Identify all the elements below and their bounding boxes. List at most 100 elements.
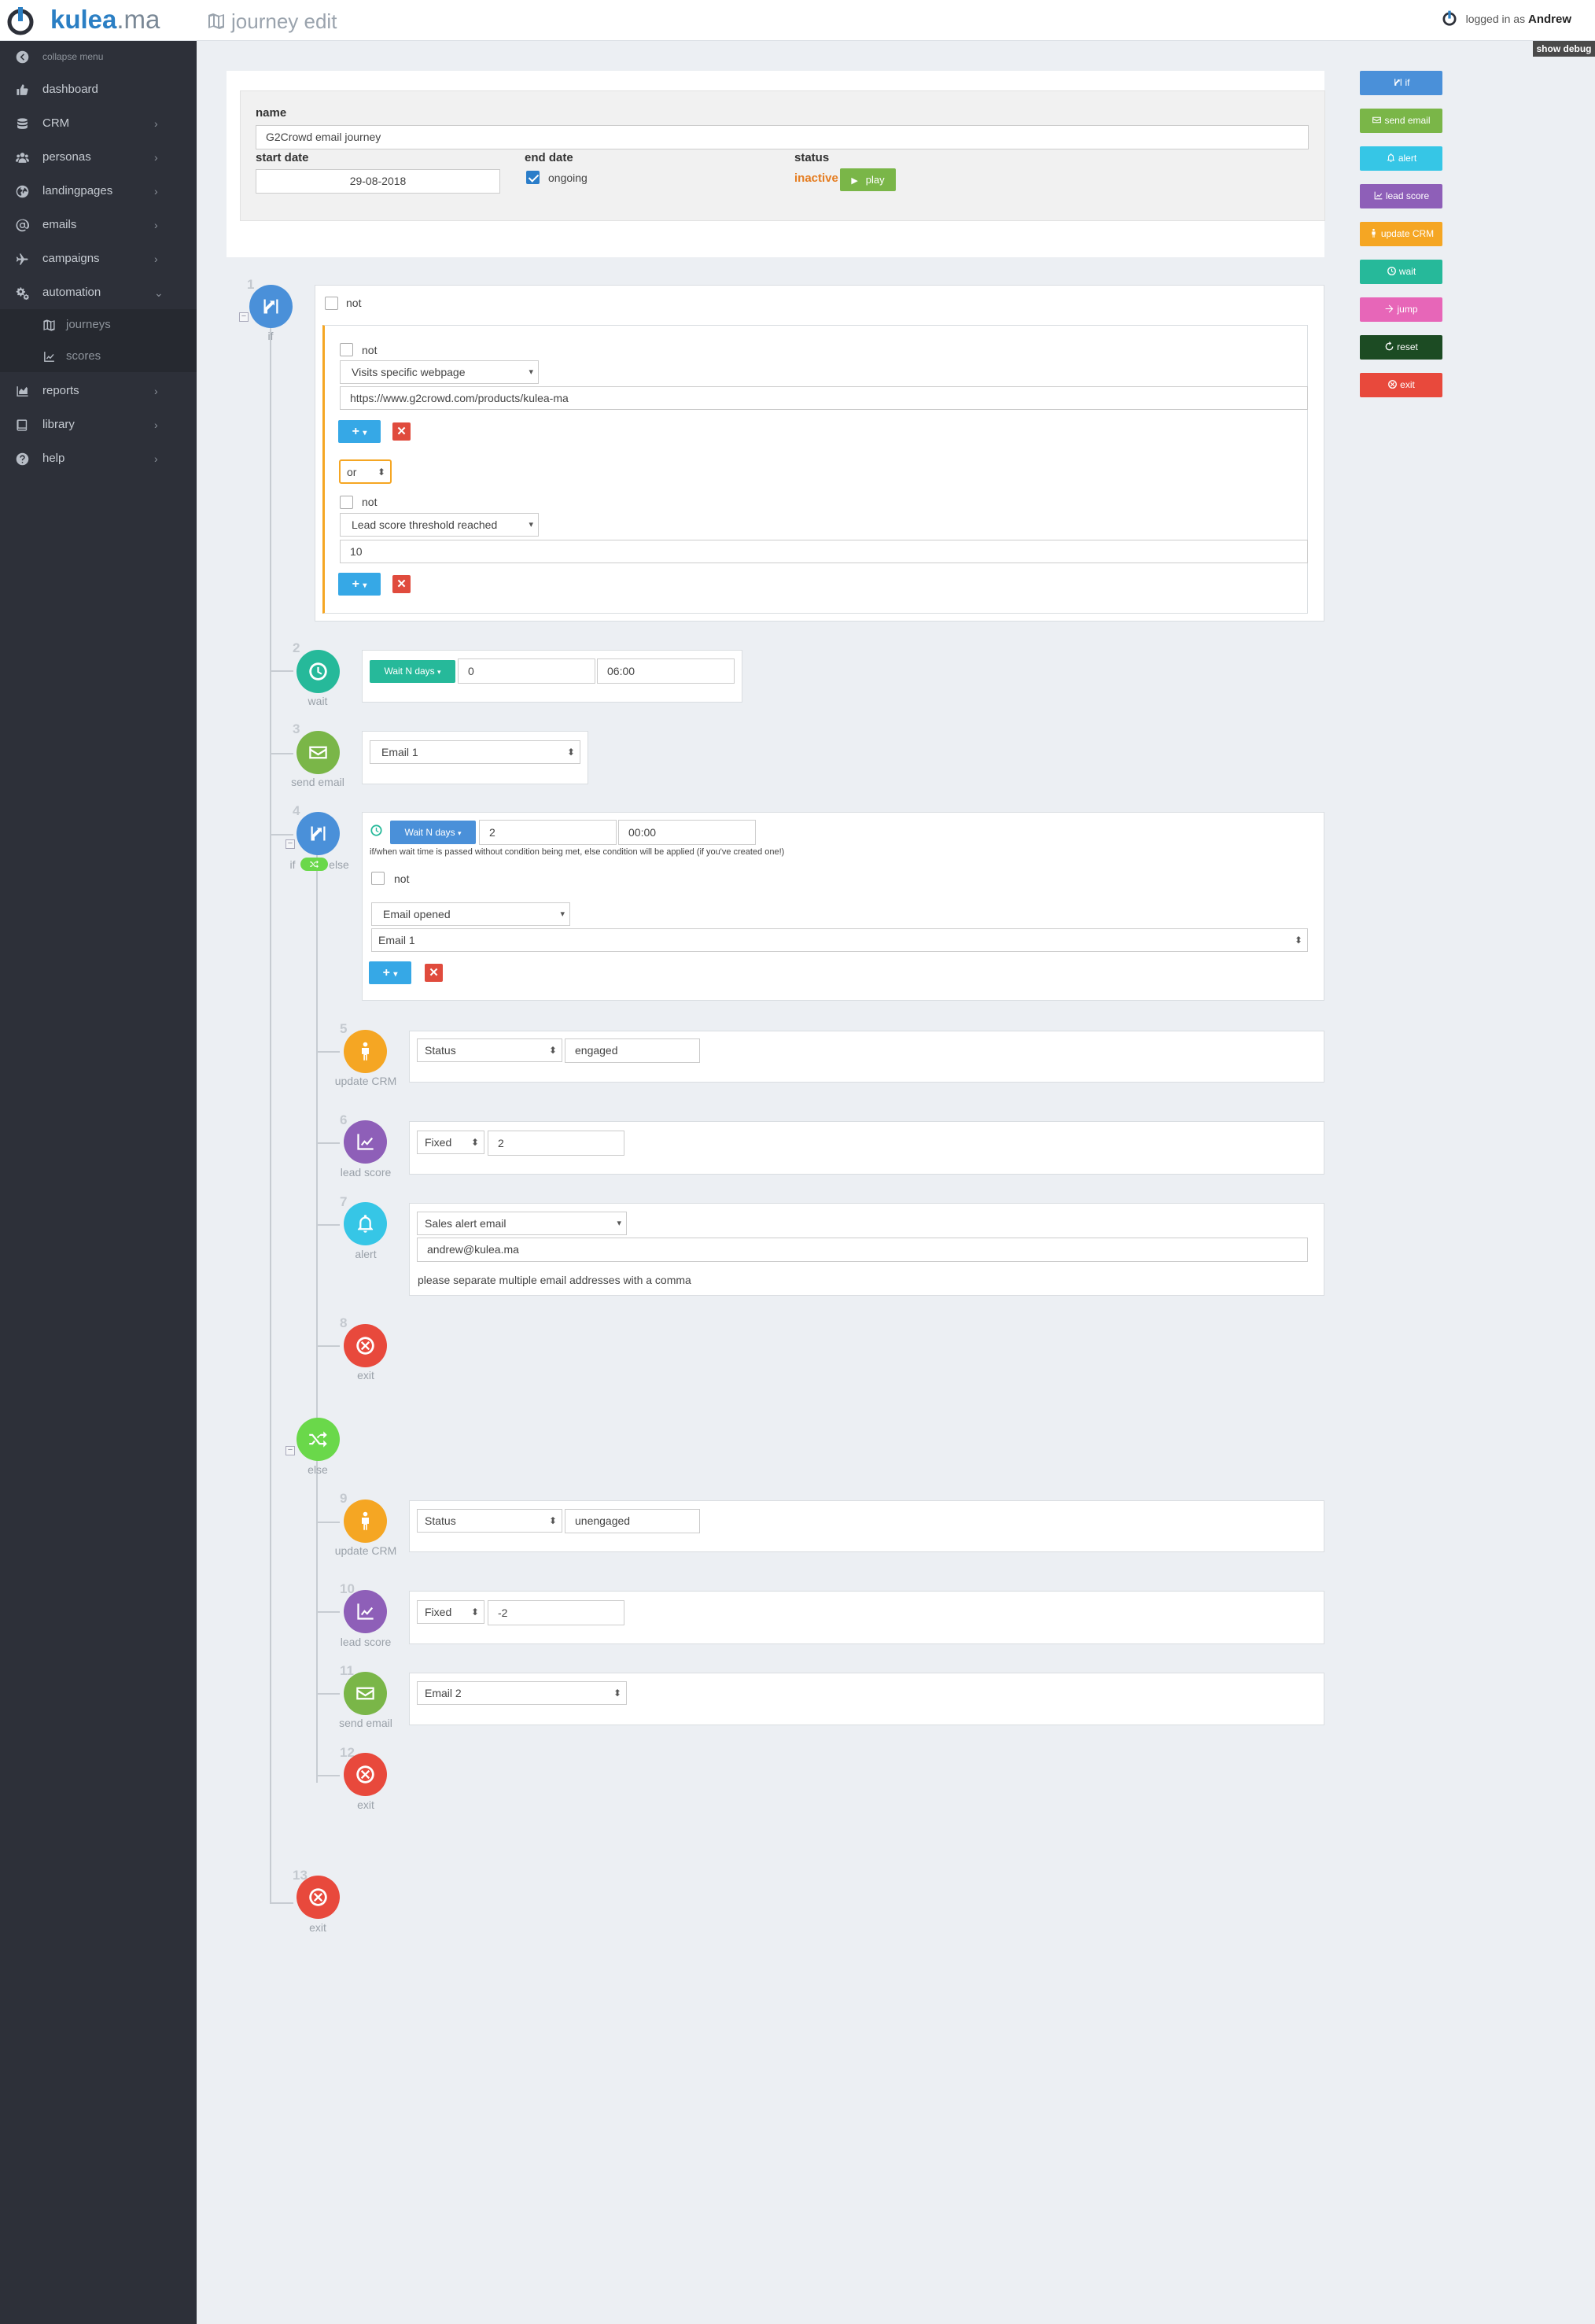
wait-type-dropdown[interactable]: Wait N days ▾	[370, 660, 455, 683]
palette-reset-button[interactable]: reset	[1360, 335, 1442, 360]
palette-label: reset	[1397, 341, 1418, 352]
condition-type-select[interactable]: Email opened	[371, 902, 570, 926]
power-icon[interactable]	[1441, 9, 1458, 27]
wait-days-input[interactable]: 2	[479, 820, 617, 845]
sidebar-item-reports[interactable]: reports ›	[0, 375, 197, 407]
remove-condition-button[interactable]: ✕	[392, 575, 411, 593]
step-10-lead-score-node[interactable]	[344, 1590, 387, 1633]
sidebar-item-personas[interactable]: personas ›	[0, 142, 197, 173]
globe-icon	[16, 185, 29, 198]
remove-condition-button[interactable]: ✕	[392, 422, 411, 441]
collapse-menu-label: collapse menu	[42, 51, 104, 62]
palette-alert-button[interactable]: alert	[1360, 146, 1442, 171]
operator-select[interactable]: or	[339, 459, 392, 484]
collapse-menu-button[interactable]: collapse menu	[0, 41, 197, 72]
sidebar-item-crm[interactable]: CRM ›	[0, 108, 197, 139]
alert-type-select[interactable]: Sales alert email	[417, 1212, 627, 1235]
palette-exit-button[interactable]: exit	[1360, 373, 1442, 397]
sidebar-item-help[interactable]: help ›	[0, 443, 197, 474]
sidebar-item-dashboard[interactable]: dashboard	[0, 74, 197, 105]
remove-condition-button[interactable]: ✕	[425, 964, 443, 982]
condition-url-input[interactable]: https://www.g2crowd.com/products/kulea-m…	[340, 386, 1308, 410]
chevron-right-icon: ›	[154, 151, 158, 164]
sidebar-item-landingpages[interactable]: landingpages ›	[0, 175, 197, 207]
add-condition-button[interactable]: + ▾	[369, 961, 411, 984]
step-12-exit-node[interactable]	[344, 1753, 387, 1796]
ongoing-checkbox[interactable]	[526, 171, 540, 184]
palette-if-button[interactable]: if	[1360, 71, 1442, 95]
step-4-if-node[interactable]	[297, 812, 340, 855]
sidebar-item-campaigns[interactable]: campaigns ›	[0, 243, 197, 275]
wait-type-dropdown[interactable]: Wait N days ▾	[390, 821, 476, 844]
crm-field-select[interactable]: Status	[417, 1509, 562, 1533]
user-area[interactable]: logged in as Andrew	[1441, 9, 1571, 27]
wait-days-input[interactable]: 0	[458, 658, 595, 684]
score-mode-select[interactable]: Fixed	[417, 1131, 484, 1154]
journey-name-input[interactable]: G2Crowd email journey	[256, 125, 1309, 149]
show-debug-button[interactable]: show debug	[1533, 41, 1595, 57]
palette-send-email-button[interactable]: send email	[1360, 109, 1442, 133]
step-9-update-crm-node[interactable]	[344, 1500, 387, 1543]
palette-lead-score-button[interactable]: lead score	[1360, 184, 1442, 208]
collapse-toggle[interactable]: −	[285, 1446, 295, 1455]
email-select[interactable]: Email 1	[370, 740, 580, 764]
step-8-exit-node[interactable]	[344, 1324, 387, 1367]
exit-icon	[355, 1764, 376, 1785]
ongoing-label: ongoing	[548, 172, 588, 184]
not-checkbox[interactable]	[325, 297, 338, 310]
step-2-wait-node[interactable]	[297, 650, 340, 693]
collapse-toggle[interactable]: −	[285, 839, 295, 849]
add-condition-button[interactable]: + ▾	[338, 420, 381, 443]
flow-connector	[316, 1693, 340, 1695]
wait-time-input[interactable]: 06:00	[597, 658, 735, 684]
step-7-alert-node[interactable]	[344, 1202, 387, 1245]
users-icon	[16, 153, 29, 163]
crm-value-input[interactable]: unengaged	[565, 1509, 700, 1533]
sidebar-item-scores[interactable]: scores	[0, 341, 197, 372]
not-checkbox[interactable]	[340, 343, 353, 356]
sidebar-item-automation[interactable]: automation ⌄	[0, 277, 197, 308]
sidebar-item-journeys[interactable]: journeys	[0, 309, 197, 341]
threshold-input[interactable]: 10	[340, 540, 1308, 563]
condition-email-select[interactable]: Email 1	[371, 928, 1308, 952]
chart-line-icon	[355, 1131, 376, 1153]
step-5-update-crm-node[interactable]	[344, 1030, 387, 1073]
not-checkbox[interactable]	[340, 496, 353, 509]
step-number: 6	[340, 1112, 348, 1127]
score-value-input[interactable]: -2	[488, 1600, 624, 1625]
logo-text[interactable]: kulea.ma	[50, 5, 160, 35]
step-label: update CRM	[334, 1075, 397, 1087]
not-checkbox[interactable]	[371, 872, 385, 885]
step-13-exit-node[interactable]	[297, 1876, 340, 1919]
score-value-input[interactable]: 2	[488, 1131, 624, 1156]
palette-wait-button[interactable]: wait	[1360, 260, 1442, 284]
palette-jump-button[interactable]: jump	[1360, 297, 1442, 322]
email-select[interactable]: Email 2	[417, 1681, 627, 1705]
score-mode-select[interactable]: Fixed	[417, 1600, 484, 1624]
crm-value-input[interactable]: engaged	[565, 1038, 700, 1063]
condition-type-select[interactable]: Visits specific webpage	[340, 360, 539, 384]
step-number: 4	[293, 803, 300, 818]
step-3-send-email-node[interactable]	[297, 731, 340, 774]
play-button[interactable]: ▶ play	[840, 168, 896, 191]
collapse-toggle[interactable]: −	[239, 312, 249, 322]
condition-type-select[interactable]: Lead score threshold reached	[340, 513, 539, 537]
palette-label: wait	[1398, 266, 1416, 277]
sidebar-item-emails[interactable]: emails ›	[0, 209, 197, 241]
main-flow-line	[270, 305, 271, 1904]
else-node[interactable]	[297, 1418, 340, 1461]
step-1-if-node[interactable]	[249, 285, 293, 328]
palette-update-crm-button[interactable]: update CRM	[1360, 222, 1442, 246]
sidebar-item-library[interactable]: library ›	[0, 409, 197, 441]
play-icon: ▶	[851, 176, 858, 186]
add-condition-button[interactable]: + ▾	[338, 573, 381, 596]
flow-connector	[316, 1775, 340, 1776]
step-6-lead-score-node[interactable]	[344, 1120, 387, 1164]
alert-email-input[interactable]: andrew@kulea.ma	[417, 1238, 1308, 1262]
kulea-logo-icon[interactable]	[5, 5, 36, 36]
wait-time-input[interactable]: 00:00	[618, 820, 756, 845]
start-date-input[interactable]: 29-08-2018	[256, 169, 500, 194]
flow-connector	[270, 1902, 293, 1904]
crm-field-select[interactable]: Status	[417, 1038, 562, 1062]
step-11-send-email-node[interactable]	[344, 1672, 387, 1715]
